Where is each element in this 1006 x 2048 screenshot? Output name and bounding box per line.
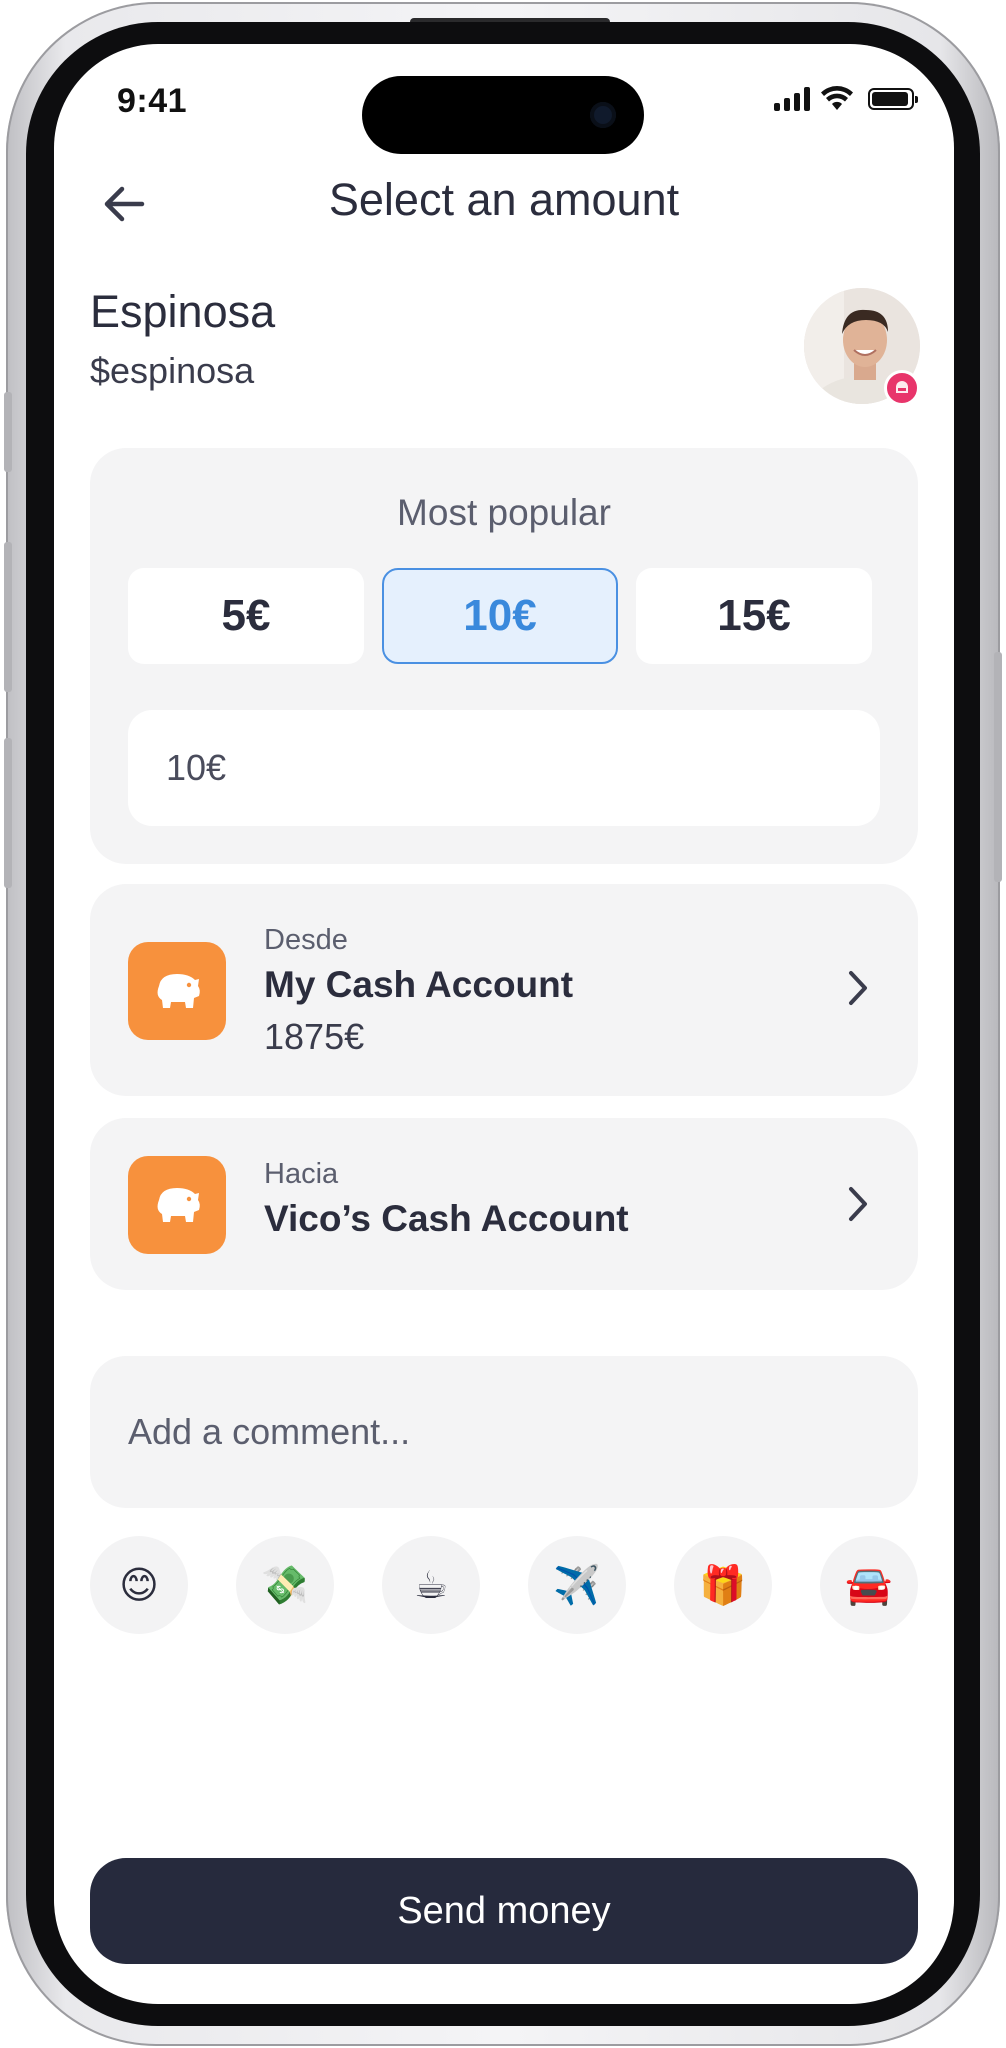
piggy-bank-icon [128,1156,226,1254]
chevron-right-icon [838,1184,878,1224]
volume-up-button [4,542,12,692]
chevron-right-icon [838,968,878,1008]
dynamic-island [362,76,644,154]
to-account-name: Vico’s Cash Account [264,1198,629,1239]
send-money-button[interactable]: Send money [90,1858,918,1964]
emoji-smile-button[interactable]: 😊 [90,1536,188,1634]
status-icons [774,86,918,112]
to-account-card[interactable]: Hacia Vico’s Cash Account [90,1118,918,1290]
camera-icon [590,102,616,128]
emoji-gift-button[interactable]: 🎁 [674,1536,772,1634]
amount-option-5[interactable]: 5€ [128,568,364,664]
emoji-car-button[interactable]: 🚘 [820,1536,918,1634]
comment-placeholder: Add a comment... [128,1411,411,1452]
amount-panel: Most popular 5€ 10€ 15€ 10€ [90,448,918,864]
emoji-picker: 😊 💸 ☕ ✈️ 🎁 🚘 [90,1536,920,1634]
badge-icon [884,370,920,406]
from-account-name: My Cash Account [264,964,574,1005]
amount-input[interactable]: 10€ [128,710,880,826]
emoji-airplane-button[interactable]: ✈️ [528,1536,626,1634]
emoji-coffee-button[interactable]: ☕ [382,1536,480,1634]
screen: 9:41 Select an amount Espinosa $espinosa [54,44,954,2004]
comment-field[interactable]: Add a comment... [90,1356,918,1508]
wifi-icon [821,86,853,110]
recipient-handle: $espinosa [90,350,255,391]
to-label: Hacia [264,1158,339,1190]
piggy-bank-icon [128,942,226,1040]
volume-down-button [4,738,12,888]
emoji-money-button[interactable]: 💸 [236,1536,334,1634]
amount-option-10[interactable]: 10€ [382,568,618,664]
action-button [4,392,12,472]
cellular-signal-icon [774,87,810,111]
recipient-name: Espinosa [90,286,276,337]
from-account-balance: 1875€ [264,1016,365,1057]
amount-option-15[interactable]: 15€ [636,568,872,664]
status-time: 9:41 [117,82,188,120]
from-label: Desde [264,924,348,956]
page-title: Select an amount [328,174,680,225]
battery-icon [868,88,918,110]
from-account-card[interactable]: Desde My Cash Account 1875€ [90,884,918,1096]
power-button [994,652,1002,882]
most-popular-title: Most popular [397,492,611,533]
